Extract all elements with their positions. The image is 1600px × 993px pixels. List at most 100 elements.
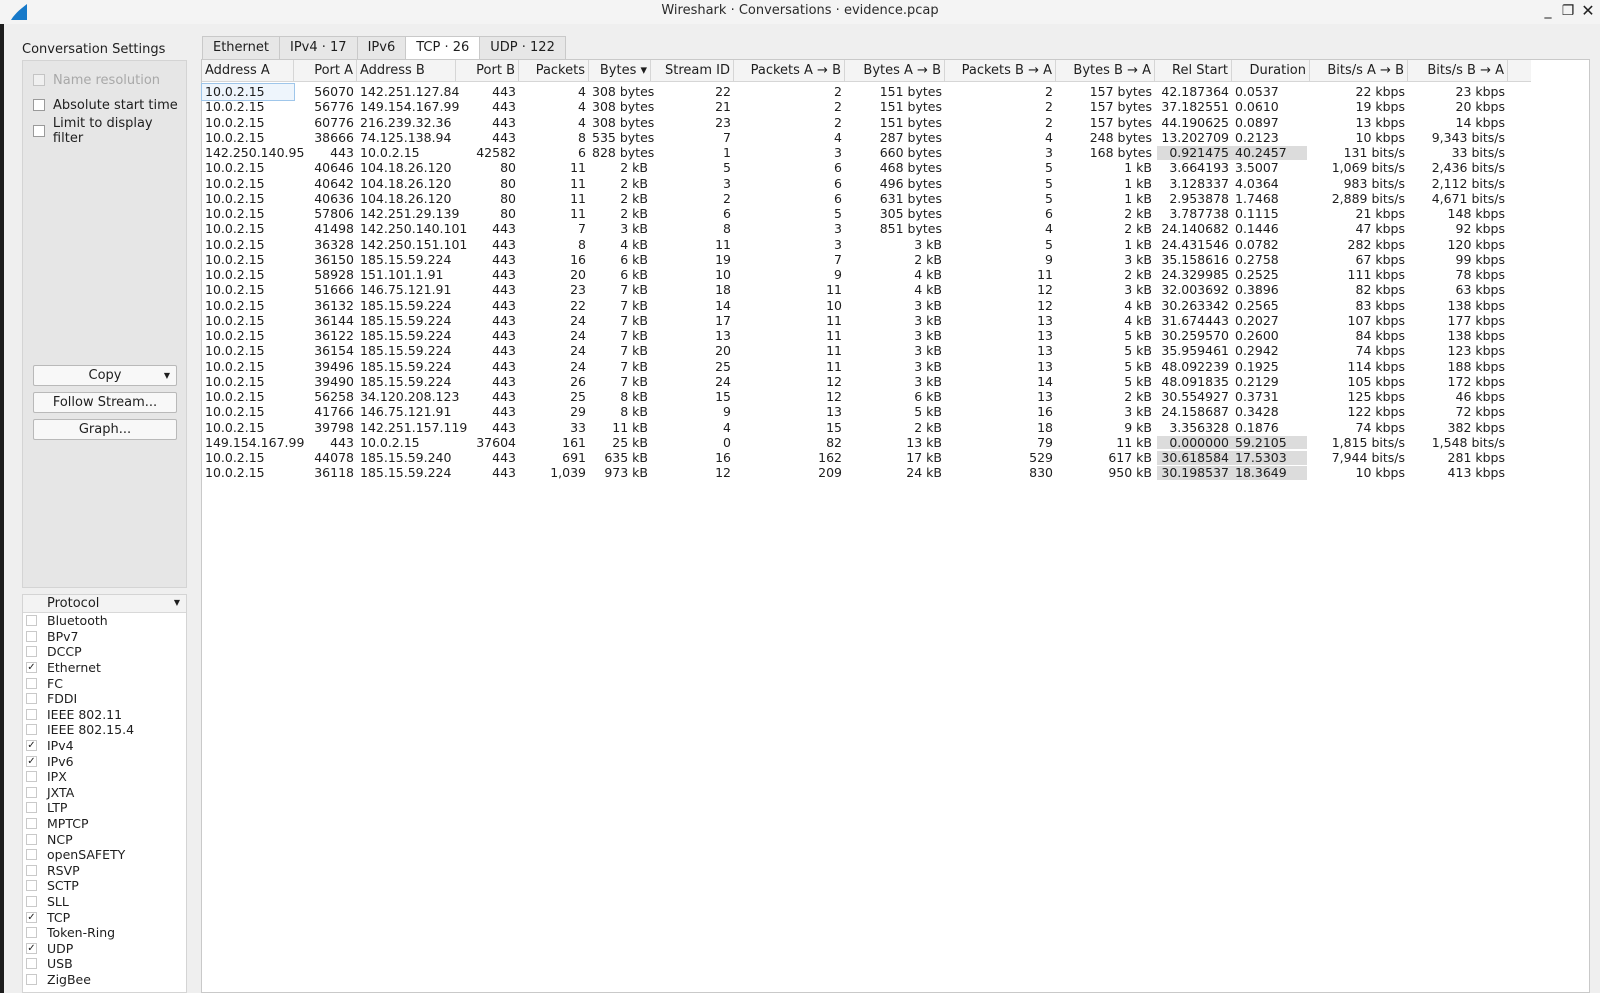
table-row[interactable]: 10.0.2.15 36144 185.15.59.224 443 24 7 kB 17 11…: [202, 313, 1512, 328]
table-row[interactable]: 10.0.2.15 57806 142.251.29.139 80 11 2 kB 6 5 30…: [202, 206, 1512, 221]
table-row[interactable]: 10.0.2.15 40642 104.18.26.120 80 11 2 kB 3 6 496…: [202, 176, 1512, 191]
protocol-item[interactable]: ZigBee: [23, 972, 186, 988]
table-row[interactable]: 10.0.2.15 58928 151.101.1.91 443 20 6 kB 10 9 4 …: [202, 267, 1512, 282]
limit-filter-option[interactable]: Limit to display filter: [33, 116, 186, 146]
tab-item[interactable]: TCP · 26: [405, 36, 481, 60]
follow-stream-button[interactable]: Follow Stream...: [33, 392, 177, 413]
table-row[interactable]: 10.0.2.15 36154 185.15.59.224 443 24 7 kB 20 11…: [202, 343, 1512, 358]
table-row[interactable]: 10.0.2.15 44078 185.15.59.240 443 691 635 kB 1…: [202, 450, 1512, 465]
protocol-item[interactable]: IEEE 802.11: [23, 707, 186, 723]
protocol-header[interactable]: Protocol ▼: [23, 595, 186, 613]
protocol-item[interactable]: FC: [23, 675, 186, 691]
protocol-checkbox[interactable]: [26, 849, 37, 861]
table-row[interactable]: 142.250.140.95 443 10.0.2.15 42582 6 828 byte…: [202, 145, 1512, 160]
graph-button[interactable]: Graph...: [33, 419, 177, 440]
protocol-item[interactable]: ✓ TCP: [23, 909, 186, 925]
table-row[interactable]: 10.0.2.15 40646 104.18.26.120 80 11 2 kB 5 6 468…: [202, 160, 1512, 175]
maximize-button[interactable]: ❐: [1559, 2, 1577, 20]
protocol-checkbox[interactable]: [26, 708, 37, 720]
absolute-start-checkbox[interactable]: [33, 99, 45, 111]
protocol-checkbox[interactable]: [26, 973, 37, 985]
protocol-checkbox[interactable]: [26, 646, 37, 658]
protocol-item[interactable]: RSVP: [23, 863, 186, 879]
protocol-item[interactable]: NCP: [23, 831, 186, 847]
column-header[interactable]: Packets B → A: [945, 60, 1056, 82]
protocol-checkbox[interactable]: [26, 864, 37, 876]
protocol-checkbox[interactable]: [26, 786, 37, 798]
protocol-item[interactable]: openSAFETY: [23, 847, 186, 863]
protocol-item[interactable]: FDDI: [23, 691, 186, 707]
protocol-checkbox[interactable]: [26, 693, 37, 705]
tab-item[interactable]: IPv6: [356, 36, 407, 59]
protocol-item[interactable]: IPX: [23, 769, 186, 785]
column-header[interactable]: Bits/s A → B: [1310, 60, 1408, 82]
table-row[interactable]: 10.0.2.15 36118 185.15.59.224 443 1,039 973 k…: [202, 465, 1512, 480]
column-header[interactable]: Packets A → B: [734, 60, 845, 82]
column-header[interactable]: Bytes B → A: [1056, 60, 1155, 82]
table-row[interactable]: 10.0.2.15 39490 185.15.59.224 443 26 7 kB 24 12…: [202, 374, 1512, 389]
protocol-item[interactable]: LTP: [23, 800, 186, 816]
table-row[interactable]: 10.0.2.15 56258 34.120.208.123 443 25 8 kB 15 1…: [202, 389, 1512, 404]
protocol-item[interactable]: MPTCP: [23, 816, 186, 832]
table-row[interactable]: 10.0.2.15 39496 185.15.59.224 443 24 7 kB 25 11…: [202, 359, 1512, 374]
protocol-item[interactable]: DCCP: [23, 644, 186, 660]
column-header[interactable]: Packets: [519, 60, 589, 82]
column-header[interactable]: Address B: [357, 60, 456, 82]
protocol-checkbox[interactable]: [26, 895, 37, 907]
protocol-item[interactable]: ✓ Ethernet: [23, 660, 186, 676]
column-header[interactable]: Bytes ▾: [589, 60, 651, 82]
protocol-item[interactable]: JXTA: [23, 785, 186, 801]
protocol-checkbox[interactable]: [26, 630, 37, 642]
protocol-checkbox[interactable]: ✓: [26, 662, 37, 674]
table-row[interactable]: 10.0.2.15 51666 146.75.121.91 443 23 7 kB 18 11…: [202, 282, 1512, 297]
copy-button[interactable]: Copy ▼: [33, 365, 177, 386]
protocol-checkbox[interactable]: [26, 724, 37, 736]
column-header[interactable]: Bits/s B → A: [1408, 60, 1508, 82]
column-header[interactable]: Rel Start: [1155, 60, 1232, 82]
protocol-item[interactable]: SLL: [23, 894, 186, 910]
protocol-checkbox[interactable]: [26, 771, 37, 783]
tab-item[interactable]: UDP · 122: [479, 36, 566, 59]
table-row[interactable]: 10.0.2.15 56776 149.154.167.99 443 4 308 byte…: [202, 99, 1512, 114]
table-row[interactable]: 10.0.2.15 38666 74.125.138.94 443 8 535 bytes…: [202, 130, 1512, 145]
tab-item[interactable]: Ethernet: [202, 36, 280, 59]
column-header[interactable]: Address A: [202, 60, 294, 82]
protocol-checkbox[interactable]: [26, 615, 37, 627]
table-row[interactable]: 10.0.2.15 36122 185.15.59.224 443 24 7 kB 13 11…: [202, 328, 1512, 343]
table-row[interactable]: 10.0.2.15 41766 146.75.121.91 443 29 8 kB 9 13 5…: [202, 404, 1512, 419]
protocol-checkbox[interactable]: [26, 677, 37, 689]
absolute-start-option[interactable]: Absolute start time: [33, 96, 178, 114]
protocol-checkbox[interactable]: [26, 880, 37, 892]
table-row[interactable]: 149.154.167.99 443 10.0.2.15 37604 161 25 kB 0…: [202, 435, 1512, 450]
protocol-checkbox[interactable]: ✓: [26, 755, 37, 767]
column-header[interactable]: Port B: [456, 60, 519, 82]
column-header[interactable]: Bytes A → B: [845, 60, 945, 82]
protocol-checkbox[interactable]: [26, 802, 37, 814]
table-row[interactable]: 10.0.2.15 40636 104.18.26.120 80 11 2 kB 2 6 631…: [202, 191, 1512, 206]
column-header[interactable]: Duration: [1232, 60, 1310, 82]
protocol-item[interactable]: SCTP: [23, 878, 186, 894]
table-row[interactable]: 10.0.2.15 41498 142.250.140.101 443 7 3 kB 8 3 8…: [202, 221, 1512, 236]
table-row[interactable]: 10.0.2.15 56070 142.251.127.84 443 4 308 byte…: [201, 83, 1512, 101]
protocol-item[interactable]: ✓ IPv4: [23, 738, 186, 754]
protocol-checkbox[interactable]: ✓: [26, 911, 37, 923]
table-row[interactable]: 10.0.2.15 36328 142.250.151.101 443 8 4 kB 11 3…: [202, 237, 1512, 252]
minimize-button[interactable]: _: [1539, 2, 1557, 20]
tab-item[interactable]: IPv4 · 17: [279, 36, 358, 59]
protocol-item[interactable]: Bluetooth: [23, 613, 186, 629]
protocol-checkbox[interactable]: [26, 927, 37, 939]
protocol-item[interactable]: ✓ UDP: [23, 940, 186, 956]
close-button[interactable]: ✕: [1579, 2, 1597, 20]
limit-filter-checkbox[interactable]: [33, 125, 45, 137]
protocol-item[interactable]: USB: [23, 956, 186, 972]
column-header[interactable]: Port A: [294, 60, 357, 82]
column-header[interactable]: Stream ID: [651, 60, 734, 82]
protocol-item[interactable]: BPv7: [23, 629, 186, 645]
table-row[interactable]: 10.0.2.15 39798 142.251.157.119 443 33 11 kB 4…: [202, 420, 1512, 435]
protocol-checkbox[interactable]: [26, 958, 37, 970]
protocol-checkbox[interactable]: [26, 818, 37, 830]
protocol-item[interactable]: Token-Ring: [23, 925, 186, 941]
protocol-checkbox[interactable]: ✓: [26, 942, 37, 954]
protocol-item[interactable]: IEEE 802.15.4: [23, 722, 186, 738]
table-row[interactable]: 10.0.2.15 60776 216.239.32.36 443 4 308 bytes…: [202, 115, 1512, 130]
